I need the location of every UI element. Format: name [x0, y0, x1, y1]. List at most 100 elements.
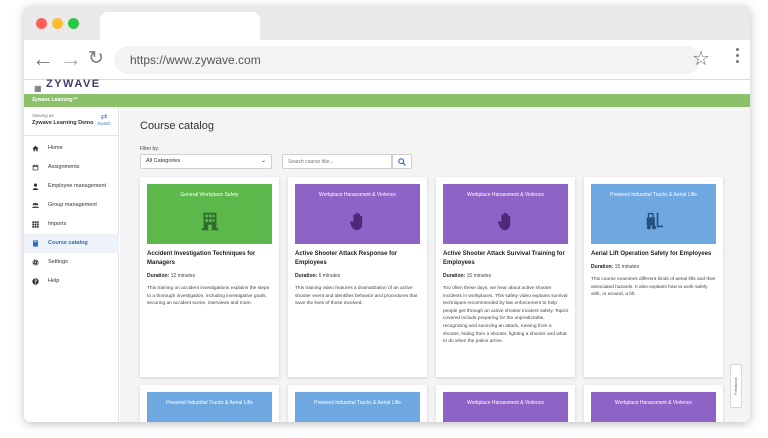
help-icon: ?	[32, 278, 39, 285]
gear-icon	[32, 259, 39, 266]
product-bar: Zywave Learning™	[24, 94, 750, 107]
course-thumbnail[interactable]: Workplace Harassment & Violence	[591, 392, 716, 422]
app-container: ▦ ZYWAVE Zywave Learning™ Viewing as Zyw…	[24, 78, 750, 422]
course-thumbnail[interactable]: Workplace Harassment & Violence	[295, 184, 420, 244]
duration-label: Duration:	[591, 264, 614, 270]
course-thumbnail[interactable]: Workplace Harassment & Violence	[443, 184, 568, 244]
sidebar-item-group-management[interactable]: Group management	[24, 196, 119, 215]
sidebar-item-course-catalog[interactable]: Course catalog	[24, 234, 119, 253]
viewing-as-name: Zywave Learning Demo	[32, 120, 94, 126]
course-description: This training video features a dramatiza…	[295, 286, 418, 307]
duration-value: 15 minutes	[466, 273, 492, 279]
course-category: Workplace Harassment & Violence	[318, 192, 397, 198]
course-thumbnail[interactable]: Workplace Harassment & Violence	[443, 392, 568, 422]
course-title[interactable]: Accident Investigation Techniques for Ma…	[147, 250, 273, 268]
duration-value: 15 minutes	[614, 264, 640, 270]
course-thumbnail[interactable]: Powered Industrial Trucks & Aerial Lifts	[295, 392, 420, 422]
course-card[interactable]: Powered Industrial Trucks & Aerial Lifts…	[584, 177, 723, 377]
main-content: Course catalog Filter by: All Categories…	[120, 107, 750, 422]
forward-arrow-icon[interactable]: →	[60, 47, 82, 71]
switch-label: Switch	[97, 121, 111, 126]
swap-arrows-icon: ⇄	[100, 112, 108, 121]
sidebar-item-home[interactable]: Home	[24, 139, 119, 158]
course-duration: Duration: 15 minutes	[591, 264, 717, 270]
course-thumbnail[interactable]: Powered Industrial Trucks & Aerial Lifts	[147, 392, 272, 422]
course-title[interactable]: Active Shooter Attack Survival Training …	[443, 250, 569, 268]
course-title[interactable]: Active Shooter Attack Response for Emplo…	[295, 250, 421, 268]
sidebar-item-label: Course catalog	[48, 240, 88, 246]
sidebar: Viewing as Zywave Learning Demo ⇄ Switch…	[24, 107, 119, 422]
course-category: Workplace Harassment & Violence	[614, 400, 693, 406]
bookmark-star-icon[interactable]: ☆	[692, 46, 710, 71]
course-description: Too often these days, we hear about acti…	[443, 286, 569, 345]
switch-account-button[interactable]: ⇄ Switch	[94, 112, 114, 127]
chevron-down-icon: ⌄	[260, 158, 266, 164]
reload-icon[interactable]: ↻	[88, 47, 104, 71]
course-duration: Duration: 12 minutes	[147, 273, 273, 279]
close-window-button[interactable]	[36, 18, 47, 29]
search-button[interactable]	[392, 154, 412, 169]
calendar-icon	[32, 164, 39, 171]
duration-label: Duration:	[147, 273, 170, 279]
page-title: Course catalog	[140, 120, 214, 132]
course-description: This course examines different kinds of …	[591, 277, 716, 298]
course-category: Powered Industrial Trucks & Aerial Lifts	[610, 192, 697, 198]
course-card[interactable]: Powered Industrial Trucks & Aerial Lifts	[288, 385, 427, 422]
maximize-window-button[interactable]	[68, 18, 79, 29]
course-card[interactable]: Powered Industrial Trucks & Aerial Lifts	[140, 385, 279, 422]
filter-label: Filter by:	[140, 146, 160, 152]
group-icon	[32, 202, 39, 209]
course-thumbnail[interactable]: General Workplace Safety	[147, 184, 272, 244]
duration-label: Duration:	[295, 273, 318, 279]
home-icon	[32, 145, 39, 152]
sidebar-item-label: Imports	[48, 221, 67, 227]
sidebar-menu: Home Assignments Employee management Gro…	[24, 139, 119, 291]
minimize-window-button[interactable]	[52, 18, 63, 29]
feedback-tab[interactable]: Feedback	[730, 364, 742, 408]
sidebar-item-employee-management[interactable]: Employee management	[24, 177, 119, 196]
course-search-input[interactable]	[282, 154, 392, 169]
sidebar-item-imports[interactable]: Imports	[24, 215, 119, 234]
category-filter-value: All Categories	[146, 158, 181, 164]
search-icon	[398, 157, 406, 166]
course-duration: Duration: 15 minutes	[443, 273, 569, 279]
building-icon	[201, 212, 218, 231]
book-icon	[32, 240, 39, 247]
sidebar-item-help[interactable]: ? Help	[24, 272, 119, 291]
person-icon	[32, 183, 39, 190]
sidebar-item-settings[interactable]: Settings	[24, 253, 119, 272]
duration-label: Duration:	[443, 273, 466, 279]
sidebar-item-label: Help	[48, 278, 60, 284]
forklift-icon	[646, 212, 663, 230]
course-card[interactable]: Workplace Harassment & Violence Active S…	[288, 177, 427, 377]
course-category: Workplace Harassment & Violence	[466, 400, 545, 406]
category-filter-select[interactable]: All Categories ⌄	[140, 154, 272, 169]
duration-value: 6 minutes	[318, 273, 341, 279]
course-card[interactable]: General Workplace Safety Accident Invest…	[140, 177, 279, 377]
course-card[interactable]: Workplace Harassment & Violence	[584, 385, 723, 422]
hand-icon	[497, 212, 510, 231]
grid-icon	[32, 221, 39, 228]
back-arrow-icon[interactable]: ←	[32, 47, 54, 71]
viewing-as-label: Viewing as	[32, 113, 54, 118]
app-launcher-icon[interactable]: ▦	[34, 84, 42, 93]
app-header: ▦ ZYWAVE	[24, 78, 750, 94]
course-card[interactable]: Workplace Harassment & Violence	[436, 385, 575, 422]
course-category: General Workplace Safety	[180, 192, 239, 198]
course-card[interactable]: Workplace Harassment & Violence Active S…	[436, 177, 575, 377]
course-description: This training on accident investigations…	[147, 286, 270, 307]
url-field[interactable]: https://www.zywave.com	[114, 46, 700, 74]
sidebar-item-label: Home	[48, 145, 63, 151]
sidebar-item-label: Assignments	[48, 164, 80, 170]
sidebar-item-label: Employee management	[48, 183, 107, 189]
zywave-logo[interactable]: ZYWAVE	[46, 78, 101, 90]
browser-menu-icon[interactable]	[736, 48, 740, 66]
course-category: Powered Industrial Trucks & Aerial Lifts	[166, 400, 253, 406]
sidebar-divider	[24, 135, 119, 136]
course-title[interactable]: Aerial Lift Operation Safety for Employe…	[591, 250, 717, 259]
course-duration: Duration: 6 minutes	[295, 273, 421, 279]
browser-tab[interactable]	[100, 12, 260, 40]
course-thumbnail[interactable]: Powered Industrial Trucks & Aerial Lifts	[591, 184, 716, 244]
sidebar-item-label: Group management	[48, 202, 97, 208]
sidebar-item-assignments[interactable]: Assignments	[24, 158, 119, 177]
